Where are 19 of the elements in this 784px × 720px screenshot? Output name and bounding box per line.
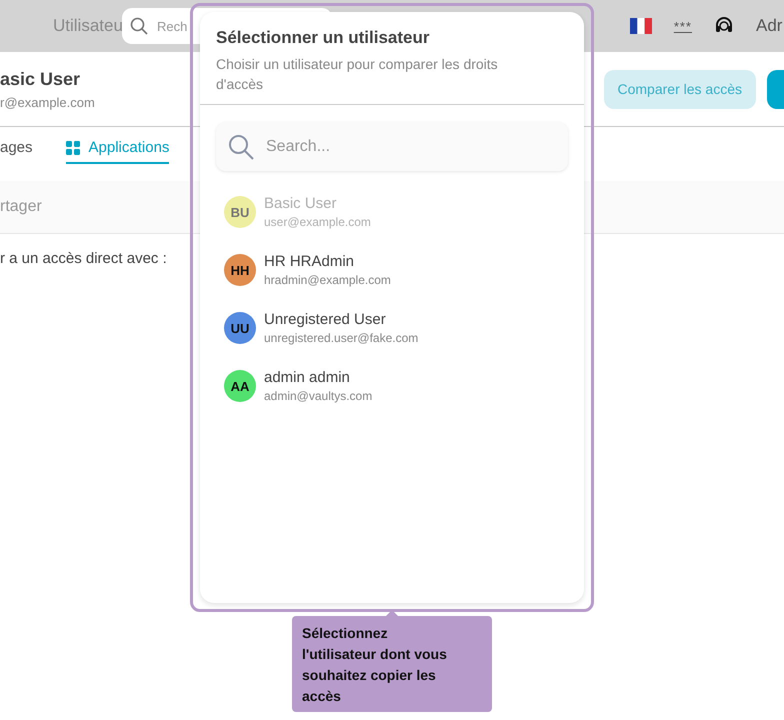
dialog-title: Sélectionner un utilisateur <box>216 28 430 48</box>
user-name: Unregistered User <box>264 311 387 328</box>
avatar: AA <box>224 370 256 402</box>
user-email: admin@vaultys.com <box>264 389 372 403</box>
body-text: r a un accès direct avec : <box>0 250 168 267</box>
user-name: admin admin <box>264 369 351 386</box>
avatar: HH <box>224 254 256 286</box>
user-email: hradmin@example.com <box>264 273 391 287</box>
user-email: unregistered.user@fake.com <box>264 331 418 345</box>
avatar: UU <box>224 312 256 344</box>
page-title: Utilisateu <box>53 16 122 36</box>
user-name: asic User <box>0 68 82 90</box>
user-email: r@example.com <box>0 94 95 110</box>
user-email: user@example.com <box>264 215 371 229</box>
avatar: BU <box>224 196 256 228</box>
dialog-subtitle: Choisir un utilisateur pour comparer les droits d'accès <box>216 55 499 94</box>
user-name: HR HRAdmin <box>264 253 356 270</box>
user-name: Basic User <box>264 195 338 212</box>
section-label: rtager <box>0 198 42 216</box>
